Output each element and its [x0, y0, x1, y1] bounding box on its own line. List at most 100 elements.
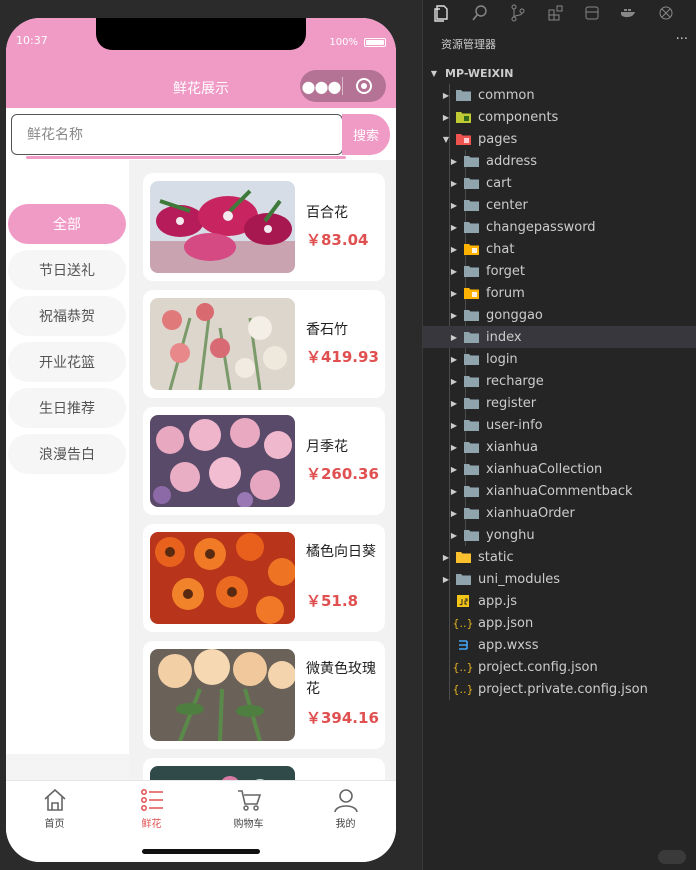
- tree-label: xianhua: [486, 439, 538, 455]
- folder-icon: [463, 395, 479, 411]
- chevron-right-icon: ▶: [450, 310, 458, 320]
- product-card[interactable]: 月季花 ￥260.36: [143, 407, 385, 515]
- tree-folder[interactable]: ▶ xianhuaCollection: [423, 458, 696, 480]
- tree-root[interactable]: ▼ MP-WEIXIN: [423, 62, 696, 84]
- search-bar: 搜索: [6, 108, 396, 160]
- tree-folder[interactable]: ▶ forum: [423, 282, 696, 304]
- product-image-yellow-rose: [150, 649, 295, 741]
- tree-folder[interactable]: ▶ register: [423, 392, 696, 414]
- docker-icon[interactable]: [619, 4, 637, 22]
- folder-icon: [463, 461, 479, 477]
- tree-folder[interactable]: ▶ changepassword: [423, 216, 696, 238]
- tab-flowers[interactable]: 鲜花: [103, 787, 200, 837]
- debug-icon[interactable]: [583, 4, 601, 22]
- tree-folder[interactable]: ▶ xianhuaCommentback: [423, 480, 696, 502]
- tab-profile[interactable]: 我的: [297, 787, 394, 837]
- category-romantic[interactable]: 浪漫告白: [8, 434, 126, 474]
- tree-folder-selected[interactable]: ▶ index: [423, 326, 696, 348]
- product-price: ￥83.04: [306, 231, 369, 249]
- tree-file[interactable]: {..} app.json: [423, 612, 696, 634]
- tab-home[interactable]: 首页: [6, 787, 103, 837]
- tree-folder[interactable]: ▶ center: [423, 194, 696, 216]
- tree-folder[interactable]: ▶ xianhuaOrder: [423, 502, 696, 524]
- tree-folder-open[interactable]: ▼ pages: [423, 128, 696, 150]
- product-card[interactable]: 百合花 ￥83.04: [143, 173, 385, 281]
- tree-folder[interactable]: ▶ static: [423, 546, 696, 568]
- folder-icon: [463, 329, 479, 345]
- tree-folder[interactable]: ▶ address: [423, 150, 696, 172]
- product-price: ￥260.36: [306, 465, 379, 483]
- chevron-down-icon: ▼: [430, 68, 438, 78]
- folder-icon: [463, 351, 479, 367]
- folder-icon: [455, 87, 471, 103]
- file-explorer: 资源管理器 ··· ▼ MP-WEIXIN ▶ common ▶ compone…: [422, 0, 696, 870]
- tab-bar: 首页 鲜花 购物车 我的: [6, 780, 396, 862]
- tree-file[interactable]: app.js: [423, 590, 696, 612]
- chevron-right-icon: ▶: [450, 442, 458, 452]
- search-input[interactable]: [11, 114, 343, 155]
- tree-folder[interactable]: ▶ components: [423, 106, 696, 128]
- search-icon[interactable]: [471, 4, 489, 22]
- tree-file[interactable]: {..} project.config.json: [423, 656, 696, 678]
- category-holiday-gift[interactable]: 节日送礼: [8, 250, 126, 290]
- tree-file[interactable]: app.wxss: [423, 634, 696, 656]
- remote-icon[interactable]: [657, 4, 675, 22]
- tree-label: app.wxss: [478, 637, 539, 653]
- explorer-title: 资源管理器: [441, 38, 496, 51]
- source-control-icon[interactable]: [509, 4, 527, 22]
- battery-percent: 100%: [329, 37, 358, 48]
- tree-folder[interactable]: ▶ user-info: [423, 414, 696, 436]
- tree-label: yonghu: [486, 527, 535, 543]
- tree-file[interactable]: {..} project.private.config.json: [423, 678, 696, 700]
- device-notch: [96, 18, 306, 50]
- folder-icon: [455, 571, 471, 587]
- product-image-lily: [150, 181, 295, 273]
- tree-label: xianhuaOrder: [486, 505, 575, 521]
- tree-folder[interactable]: ▶ cart: [423, 172, 696, 194]
- chevron-down-icon: ▼: [442, 134, 450, 144]
- cart-icon: [237, 790, 261, 811]
- product-card[interactable]: 橘色向日葵 ￥51.8: [143, 524, 385, 632]
- folder-icon: [463, 505, 479, 521]
- category-opening-basket[interactable]: 开业花篮: [8, 342, 126, 382]
- tree-folder[interactable]: ▶ gonggao: [423, 304, 696, 326]
- chevron-right-icon: ▶: [450, 464, 458, 474]
- tree-folder[interactable]: ▶ login: [423, 348, 696, 370]
- home-icon: [43, 788, 66, 811]
- home-indicator: [142, 849, 260, 854]
- tree-folder[interactable]: ▶ forget: [423, 260, 696, 282]
- close-mini-program-button[interactable]: [343, 78, 385, 94]
- tree-folder[interactable]: ▶ chat: [423, 238, 696, 260]
- search-button[interactable]: 搜索: [342, 114, 390, 155]
- chevron-right-icon: ▶: [450, 508, 458, 518]
- category-all[interactable]: 全部: [8, 204, 126, 244]
- product-card[interactable]: 香石竹 ￥419.93: [143, 290, 385, 398]
- chevron-right-icon: ▶: [450, 222, 458, 232]
- category-birthday[interactable]: 生日推荐: [8, 388, 126, 428]
- folder-icon: [463, 263, 479, 279]
- tree-label: center: [486, 197, 528, 213]
- tab-cart[interactable]: 购物车: [200, 787, 297, 837]
- screen: 10:37 100% 鲜花展示 ●●● 搜索 全部 节日送礼 祝福恭贺 开: [0, 0, 696, 870]
- chevron-right-icon: ▶: [442, 552, 450, 562]
- more-actions-icon[interactable]: ···: [676, 32, 688, 47]
- extensions-icon[interactable]: [547, 4, 565, 22]
- chevron-right-icon: ▶: [450, 486, 458, 496]
- files-icon[interactable]: [433, 4, 451, 22]
- json-file-icon: {..}: [452, 682, 474, 696]
- chevron-right-icon: ▶: [450, 178, 458, 188]
- css-file-icon: [455, 637, 471, 653]
- tree-folder[interactable]: ▶ uni_modules: [423, 568, 696, 590]
- tree-folder[interactable]: ▶ xianhua: [423, 436, 696, 458]
- battery-icon: [364, 38, 386, 47]
- tree-folder[interactable]: ▶ recharge: [423, 370, 696, 392]
- folder-icon: [463, 527, 479, 543]
- tree-folder[interactable]: ▶ common: [423, 84, 696, 106]
- product-card[interactable]: 微黄色玫瑰花 ￥394.16: [143, 641, 385, 749]
- folder-icon: [463, 307, 479, 323]
- tree-folder[interactable]: ▶ yonghu: [423, 524, 696, 546]
- tree-label: xianhuaCommentback: [486, 483, 633, 499]
- category-congratulations[interactable]: 祝福恭贺: [8, 296, 126, 336]
- tree-label: cart: [486, 175, 512, 191]
- more-dots-icon[interactable]: ●●●: [300, 77, 342, 96]
